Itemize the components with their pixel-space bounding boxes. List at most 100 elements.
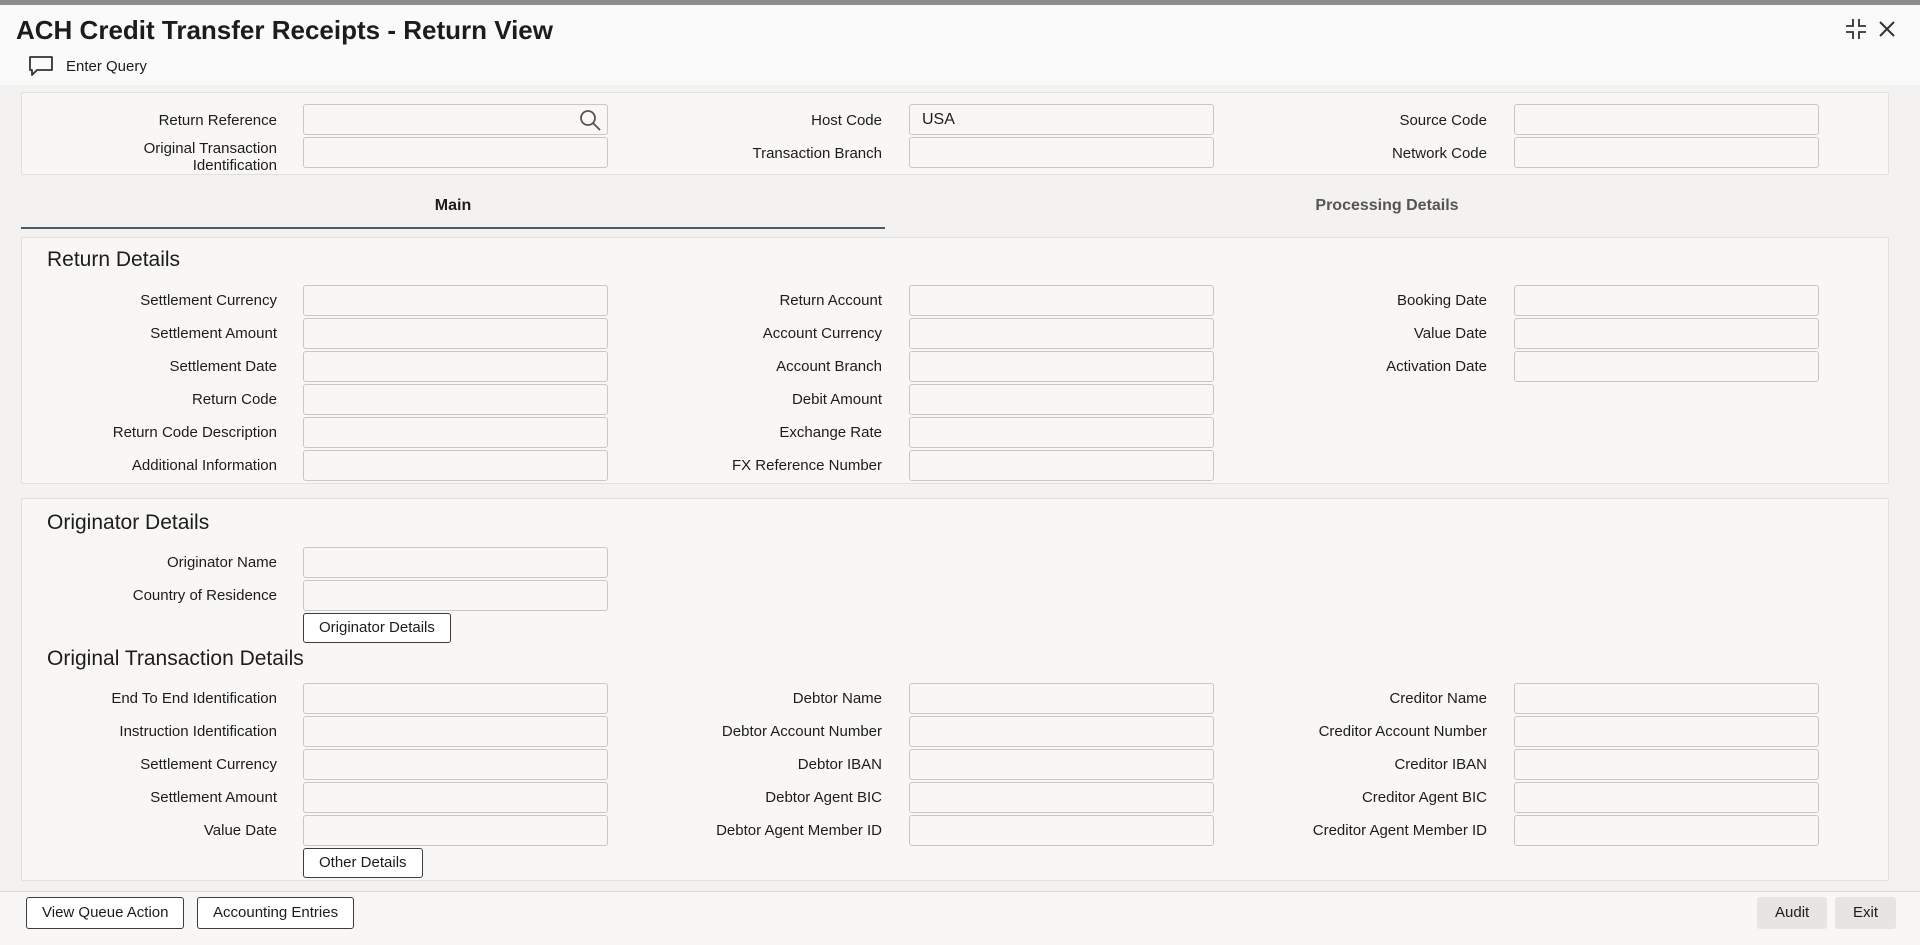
tab-main[interactable]: Main — [21, 187, 885, 229]
return-code-description-label: Return Code Description — [112, 424, 277, 441]
audit-button[interactable]: Audit — [1757, 897, 1828, 929]
accounting-entries-button[interactable]: Accounting Entries — [197, 897, 355, 929]
activation-date-field[interactable] — [1514, 351, 1819, 382]
exchange-rate-field[interactable] — [909, 417, 1214, 448]
creditor-agent-bic-field[interactable] — [1514, 782, 1819, 813]
settlement-amount-label: Settlement Amount — [150, 325, 277, 342]
toolbar: Enter Query — [0, 49, 1920, 85]
host-code-field[interactable]: USA — [909, 104, 1214, 135]
end-to-end-id-field[interactable] — [303, 683, 608, 714]
source-code-label: Source Code — [1399, 112, 1487, 129]
close-icon[interactable] — [1873, 15, 1901, 43]
account-currency-field[interactable] — [909, 318, 1214, 349]
orig-settlement-amount-label: Settlement Amount — [150, 789, 277, 806]
footer-bar: View Queue Action Accounting Entries Aud… — [0, 891, 1920, 945]
debtor-agent-member-id-field[interactable] — [909, 815, 1214, 846]
creditor-iban-label: Creditor IBAN — [1394, 756, 1487, 773]
debtor-name-field[interactable] — [909, 683, 1214, 714]
debit-amount-field[interactable] — [909, 384, 1214, 415]
return-details-title: Return Details — [47, 248, 181, 271]
originator-name-field[interactable] — [303, 547, 608, 578]
debtor-account-number-field[interactable] — [909, 716, 1214, 747]
orig-txn-id-label: Original Transaction Identification — [143, 140, 277, 174]
account-branch-field[interactable] — [909, 351, 1214, 382]
return-code-field[interactable] — [303, 384, 608, 415]
query-panel: Return Reference Original Transaction Id… — [21, 92, 1889, 175]
view-queue-action-button[interactable]: View Queue Action — [26, 897, 185, 929]
page-title: ACH Credit Transfer Receipts - Return Vi… — [16, 15, 553, 45]
settlement-currency-label: Settlement Currency — [140, 292, 277, 309]
country-of-residence-label: Country of Residence — [132, 587, 277, 604]
debit-amount-label: Debit Amount — [791, 391, 882, 408]
settlement-currency-field[interactable] — [303, 285, 608, 316]
return-code-description-field[interactable] — [303, 417, 608, 448]
return-reference-field[interactable] — [303, 104, 608, 135]
activation-date-label: Activation Date — [1386, 358, 1487, 375]
chat-bubble-icon — [29, 56, 53, 76]
orig-txn-id-field[interactable] — [303, 137, 608, 168]
maximize-icon[interactable] — [1842, 15, 1870, 43]
orig-settlement-currency-label: Settlement Currency — [140, 756, 277, 773]
fx-reference-number-label: FX Reference Number — [731, 457, 882, 474]
debtor-agent-member-id-label: Debtor Agent Member ID — [716, 822, 882, 839]
country-of-residence-field[interactable] — [303, 580, 608, 611]
originator-details-button[interactable]: Originator Details — [303, 613, 451, 643]
creditor-agent-member-id-label: Creditor Agent Member ID — [1312, 822, 1487, 839]
original-txn-details-title: Original Transaction Details — [47, 647, 304, 670]
originator-details-title: Originator Details — [47, 511, 210, 534]
title-bar: ACH Credit Transfer Receipts - Return Vi… — [0, 5, 1920, 49]
settlement-date-label: Settlement Date — [169, 358, 277, 375]
creditor-agent-member-id-field[interactable] — [1514, 815, 1819, 846]
tab-processing-details[interactable]: Processing Details — [885, 187, 1889, 227]
host-code-label: Host Code — [811, 112, 882, 129]
value-date-label: Value Date — [1413, 325, 1487, 342]
enter-query-label: Enter Query — [66, 57, 147, 75]
creditor-agent-bic-label: Creditor Agent BIC — [1361, 789, 1487, 806]
network-code-label: Network Code — [1391, 145, 1487, 162]
fx-reference-number-field[interactable] — [909, 450, 1214, 481]
booking-date-label: Booking Date — [1396, 292, 1487, 309]
return-reference-label: Return Reference — [158, 112, 277, 129]
debtor-agent-bic-field[interactable] — [909, 782, 1214, 813]
creditor-iban-field[interactable] — [1514, 749, 1819, 780]
creditor-account-number-label: Creditor Account Number — [1318, 723, 1487, 740]
return-account-label: Return Account — [779, 292, 882, 309]
debtor-account-number-label: Debtor Account Number — [721, 723, 882, 740]
settlement-amount-field[interactable] — [303, 318, 608, 349]
exchange-rate-label: Exchange Rate — [779, 424, 882, 441]
originator-panel: Originator Details Originator Name Count… — [21, 498, 1889, 881]
settlement-date-field[interactable] — [303, 351, 608, 382]
source-code-field[interactable] — [1514, 104, 1819, 135]
tab-bar: Main Processing Details — [21, 187, 1889, 229]
return-code-label: Return Code — [191, 391, 277, 408]
additional-information-label: Additional Information — [131, 457, 277, 474]
debtor-name-label: Debtor Name — [792, 690, 882, 707]
return-account-field[interactable] — [909, 285, 1214, 316]
instruction-id-label: Instruction Identification — [119, 723, 277, 740]
end-to-end-id-label: End To End Identification — [111, 690, 277, 707]
additional-information-field[interactable] — [303, 450, 608, 481]
other-details-button[interactable]: Other Details — [303, 848, 423, 878]
originator-name-label: Originator Name — [166, 554, 277, 571]
orig-settlement-amount-field[interactable] — [303, 782, 608, 813]
return-details-panel: Return Details Settlement Currency Settl… — [21, 237, 1889, 484]
txn-branch-label: Transaction Branch — [752, 145, 882, 162]
enter-query-button[interactable]: Enter Query — [28, 55, 147, 77]
account-branch-label: Account Branch — [776, 358, 882, 375]
account-currency-label: Account Currency — [762, 325, 882, 342]
debtor-agent-bic-label: Debtor Agent BIC — [765, 789, 882, 806]
orig-value-date-field[interactable] — [303, 815, 608, 846]
orig-value-date-label: Value Date — [203, 822, 277, 839]
booking-date-field[interactable] — [1514, 285, 1819, 316]
network-code-field[interactable] — [1514, 137, 1819, 168]
value-date-field[interactable] — [1514, 318, 1819, 349]
instruction-id-field[interactable] — [303, 716, 608, 747]
debtor-iban-label: Debtor IBAN — [797, 756, 882, 773]
debtor-iban-field[interactable] — [909, 749, 1214, 780]
creditor-name-field[interactable] — [1514, 683, 1819, 714]
exit-button[interactable]: Exit — [1835, 897, 1897, 929]
txn-branch-field[interactable] — [909, 137, 1214, 168]
creditor-account-number-field[interactable] — [1514, 716, 1819, 747]
orig-settlement-currency-field[interactable] — [303, 749, 608, 780]
creditor-name-label: Creditor Name — [1389, 690, 1487, 707]
